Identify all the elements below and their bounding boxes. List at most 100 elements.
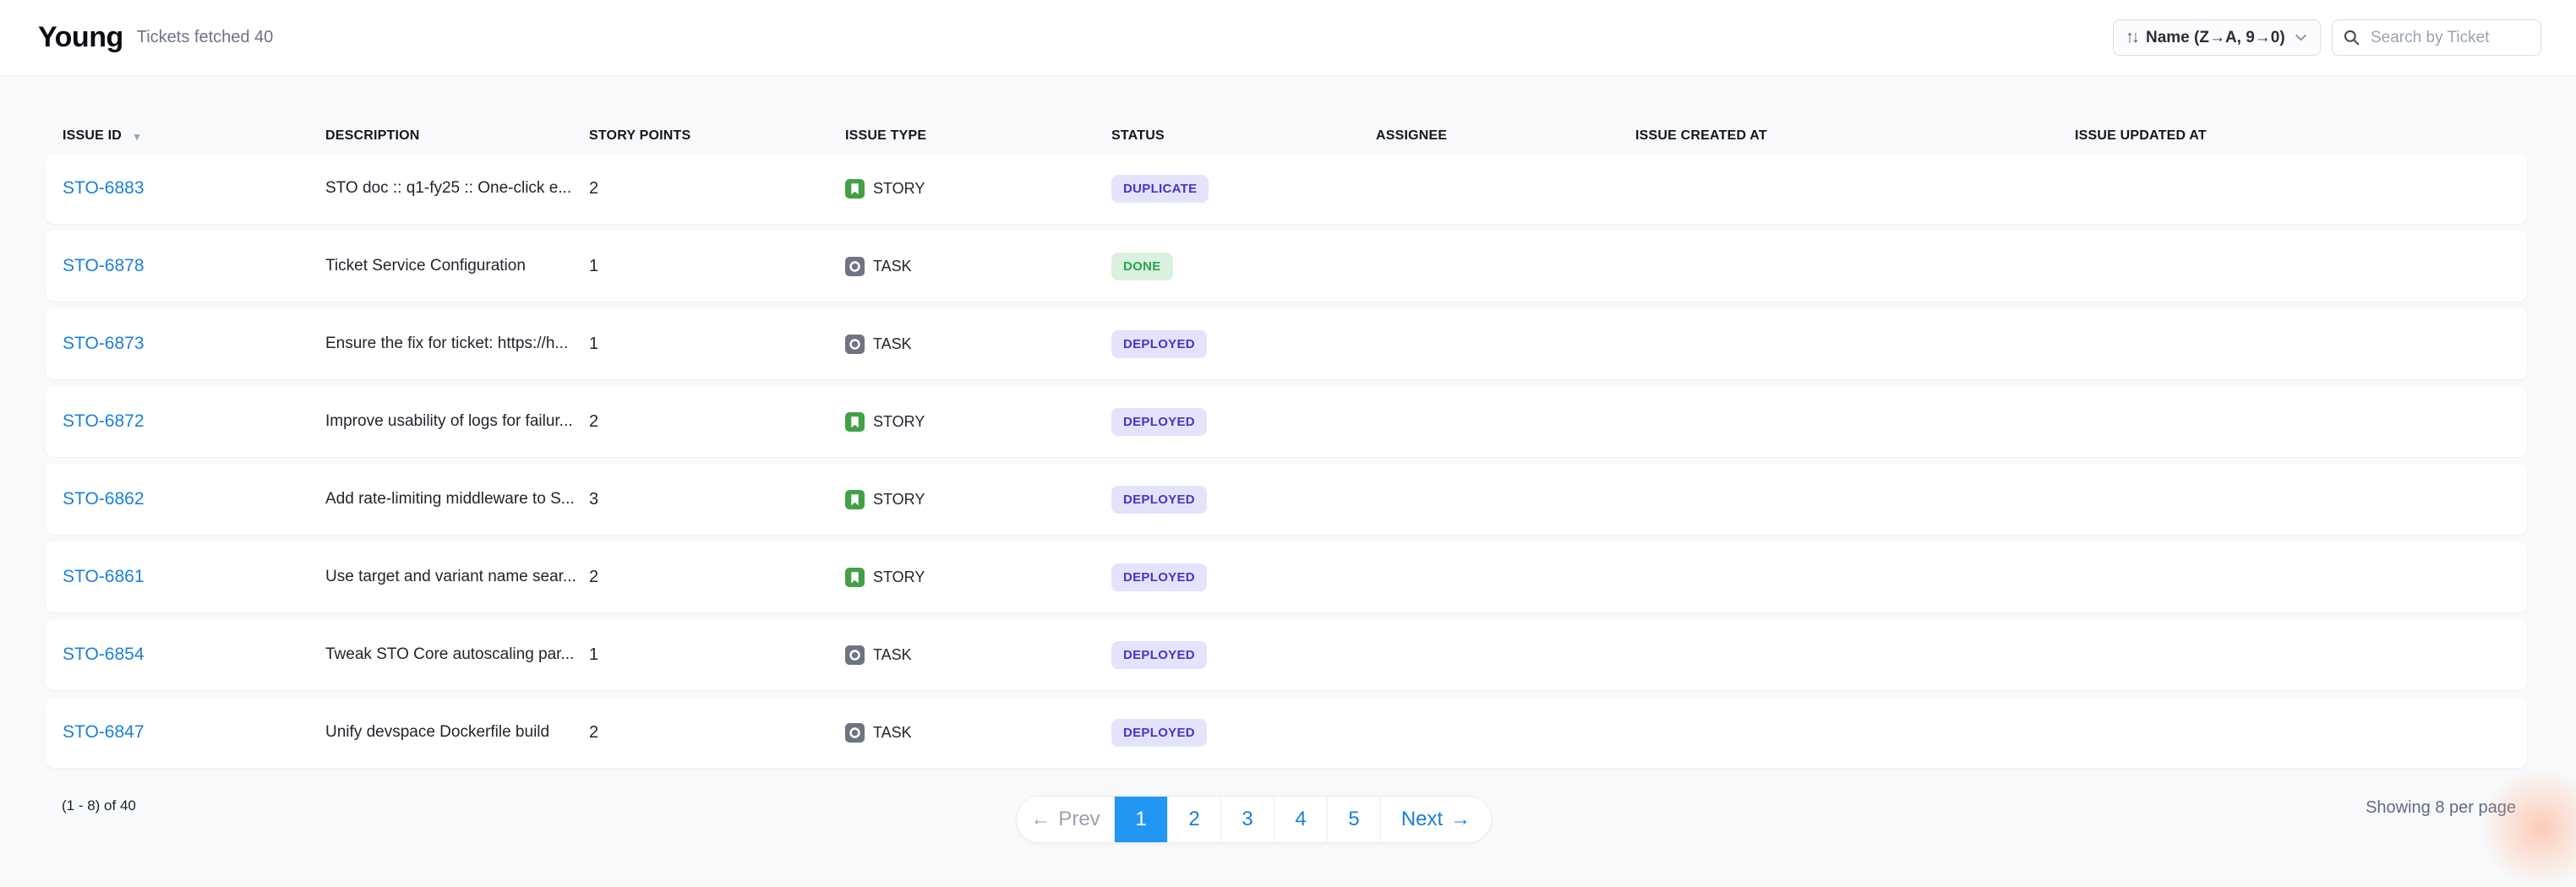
issue-type-label: STORY: [873, 569, 925, 586]
table-header-row: ISSUE ID ▼ DESCRIPTION STORY POINTS ISSU…: [46, 128, 2527, 144]
ticket-description: STO doc :: q1-fy25 :: One-click e...: [325, 179, 589, 198]
ticket-id-link[interactable]: STO-6847: [63, 722, 145, 742]
issue-type-label: TASK: [873, 646, 912, 664]
issue-type-cell: TASK: [845, 723, 1111, 743]
column-header-issue-id[interactable]: ISSUE ID ▼: [63, 128, 325, 144]
ticket-id-link[interactable]: STO-6883: [63, 178, 145, 198]
story-icon: [845, 412, 865, 432]
ticket-id-link[interactable]: STO-6861: [63, 567, 145, 586]
per-page-label: Showing 8 per page: [2366, 798, 2516, 818]
story-points-value: 2: [589, 179, 845, 199]
column-header-story-points: STORY POINTS: [589, 128, 845, 144]
issue-type-cell: STORY: [845, 490, 1111, 509]
issue-type-cell: TASK: [845, 257, 1111, 276]
issue-type-label: STORY: [873, 491, 925, 509]
task-icon: [845, 645, 865, 665]
issue-type-cell: STORY: [845, 412, 1111, 432]
ticket-id-link[interactable]: STO-6872: [63, 411, 145, 431]
search-icon: [2343, 29, 2360, 46]
ticket-id-link[interactable]: STO-6873: [63, 334, 145, 353]
page-button-5[interactable]: 5: [1328, 797, 1381, 842]
status-badge: DONE: [1111, 253, 1173, 280]
next-button[interactable]: Next →: [1381, 797, 1491, 842]
story-icon: [845, 490, 865, 509]
range-label: (1 - 8) of 40: [62, 797, 136, 814]
arrow-right-icon: →: [1450, 808, 1471, 831]
status-badge: DEPLOYED: [1111, 641, 1207, 669]
status-badge: DEPLOYED: [1111, 330, 1207, 358]
issue-type-cell: STORY: [845, 179, 1111, 199]
sort-dropdown[interactable]: ↑↓ Name (Z→A, 9→0): [2113, 19, 2321, 56]
table-row: STO-6872 Improve usability of logs for f…: [46, 386, 2527, 457]
task-icon: [845, 257, 865, 276]
issue-type-cell: STORY: [845, 568, 1111, 587]
ticket-description: Improve usability of logs for failur...: [325, 412, 589, 431]
story-points-value: 2: [589, 568, 845, 587]
ticket-id-link[interactable]: STO-6862: [63, 489, 145, 509]
tickets-fetched-label: Tickets fetched 40: [137, 28, 274, 47]
column-header-issue-created-at: ISSUE CREATED AT: [1635, 128, 2075, 144]
ticket-description: Ensure the fix for ticket: https://h...: [325, 335, 589, 353]
ticket-description: Unify devspace Dockerfile build: [325, 723, 589, 742]
issue-type-label: STORY: [873, 413, 925, 431]
sort-dropdown-label: Name (Z→A, 9→0): [2146, 29, 2285, 47]
issue-type-label: TASK: [873, 258, 912, 275]
page-button-2[interactable]: 2: [1168, 797, 1221, 842]
status-badge: DEPLOYED: [1111, 486, 1207, 514]
column-header-issue-updated-at: ISSUE UPDATED AT: [2075, 128, 2527, 144]
column-header-description: DESCRIPTION: [325, 128, 589, 144]
story-icon: [845, 179, 865, 199]
story-points-value: 3: [589, 490, 845, 509]
ticket-id-link[interactable]: STO-6878: [63, 256, 145, 275]
issue-type-cell: TASK: [845, 335, 1111, 354]
sort-arrows-icon: ↑↓: [2126, 28, 2137, 47]
ticket-description: Ticket Service Configuration: [325, 257, 589, 275]
story-points-value: 2: [589, 412, 845, 432]
app-header: Young Tickets fetched 40 ↑↓ Name (Z→A, 9…: [0, 0, 2576, 76]
table-row: STO-6873 Ensure the fix for ticket: http…: [46, 308, 2527, 379]
issue-type-label: TASK: [873, 335, 912, 353]
status-badge: DEPLOYED: [1111, 719, 1207, 747]
column-header-status: STATUS: [1111, 128, 1376, 144]
chevron-down-icon: [2294, 30, 2308, 45]
status-badge: DEPLOYED: [1111, 408, 1207, 436]
issue-type-label: TASK: [873, 724, 912, 742]
table-row: STO-6854 Tweak STO Core autoscaling par.…: [46, 619, 2527, 690]
ticket-description: Use target and variant name sear...: [325, 568, 589, 586]
ticket-rows: STO-6883 STO doc :: q1-fy25 :: One-click…: [46, 153, 2527, 768]
story-points-value: 1: [589, 257, 845, 276]
ticket-description: Tweak STO Core autoscaling par...: [325, 645, 589, 664]
table-row: STO-6883 STO doc :: q1-fy25 :: One-click…: [46, 153, 2527, 224]
story-points-value: 1: [589, 645, 845, 665]
column-header-issue-type: ISSUE TYPE: [845, 128, 1111, 144]
issue-type-label: STORY: [873, 180, 925, 198]
table-row: STO-6847 Unify devspace Dockerfile build…: [46, 697, 2527, 768]
story-points-value: 1: [589, 335, 845, 354]
story-icon: [845, 568, 865, 587]
arrow-left-icon: ←: [1030, 808, 1051, 831]
table-footer: (1 - 8) of 40 ← Prev 12345 Next → Showin…: [0, 775, 2576, 871]
status-badge: DEPLOYED: [1111, 563, 1207, 591]
ticket-table: ISSUE ID ▼ DESCRIPTION STORY POINTS ISSU…: [0, 128, 2576, 871]
page-button-3[interactable]: 3: [1221, 797, 1274, 842]
task-icon: [845, 723, 865, 743]
ticket-id-link[interactable]: STO-6854: [63, 645, 145, 664]
pagination: ← Prev 12345 Next →: [1016, 796, 1492, 843]
issue-type-cell: TASK: [845, 645, 1111, 665]
table-row: STO-6862 Add rate-limiting middleware to…: [46, 464, 2527, 535]
sort-caret-down-icon: ▼: [132, 131, 142, 143]
page-button-4[interactable]: 4: [1274, 797, 1328, 842]
page-title: Young: [38, 21, 123, 54]
header-controls: ↑↓ Name (Z→A, 9→0): [2113, 19, 2541, 56]
table-row: STO-6878 Ticket Service Configuration 1 …: [46, 231, 2527, 302]
search-input[interactable]: [2369, 28, 2530, 48]
status-badge: DUPLICATE: [1111, 175, 1209, 203]
story-points-value: 2: [589, 723, 845, 743]
table-row: STO-6861 Use target and variant name sea…: [46, 541, 2527, 612]
search-box: [2332, 19, 2541, 56]
task-icon: [845, 335, 865, 354]
page-button-1[interactable]: 1: [1115, 797, 1168, 842]
prev-button[interactable]: ← Prev: [1017, 797, 1115, 842]
ticket-description: Add rate-limiting middleware to S...: [325, 490, 589, 509]
column-header-assignee: ASSIGNEE: [1376, 128, 1635, 144]
